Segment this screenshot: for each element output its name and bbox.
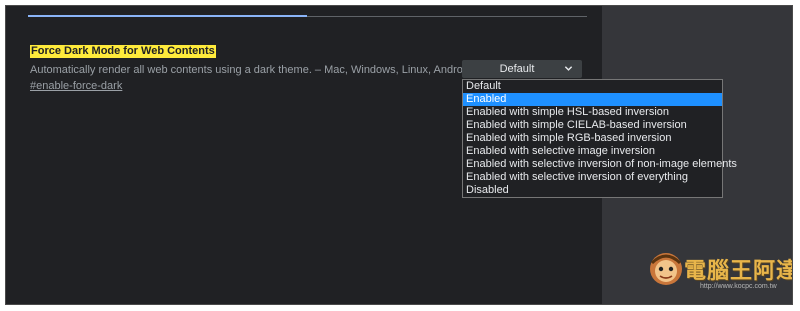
select-dropdown-list: Default Enabled Enabled with simple HSL-… xyxy=(462,79,737,198)
option-disabled[interactable]: Disabled xyxy=(463,184,722,197)
option-selective-image-inversion[interactable]: Enabled with selective image inversion xyxy=(463,145,722,158)
option-cielab-inversion[interactable]: Enabled with simple CIELAB-based inversi… xyxy=(463,119,722,132)
flag-title: Force Dark Mode for Web Contents xyxy=(30,45,216,58)
screenshot-frame: Force Dark Mode for Web Contents Automat… xyxy=(5,5,793,305)
option-hsl-inversion[interactable]: Enabled with simple HSL-based inversion xyxy=(463,106,722,119)
flag-state-select[interactable]: Default xyxy=(462,60,582,78)
mascot-icon xyxy=(650,253,682,285)
watermark-logo: 電腦王阿達 http://www.kocpc.com.tw xyxy=(642,249,793,301)
select-current-value: Default xyxy=(499,63,535,75)
option-rgb-inversion[interactable]: Enabled with simple RGB-based inversion xyxy=(463,132,722,145)
watermark-text: 電腦王阿達 xyxy=(684,259,793,284)
flags-main-panel: Force Dark Mode for Web Contents Automat… xyxy=(6,6,737,304)
option-enabled[interactable]: Enabled xyxy=(463,93,722,106)
flag-anchor-link[interactable]: #enable-force-dark xyxy=(30,80,122,93)
option-default[interactable]: Default xyxy=(463,80,722,93)
chevron-down-icon xyxy=(564,66,573,71)
option-inversion-everything[interactable]: Enabled with selective inversion of ever… xyxy=(463,171,722,184)
active-tab-indicator[interactable] xyxy=(28,15,307,17)
option-non-image-inversion[interactable]: Enabled with selective inversion of non-… xyxy=(463,158,737,171)
flag-description: Automatically render all web contents us… xyxy=(30,64,472,76)
watermark-url: http://www.kocpc.com.tw xyxy=(700,283,777,290)
